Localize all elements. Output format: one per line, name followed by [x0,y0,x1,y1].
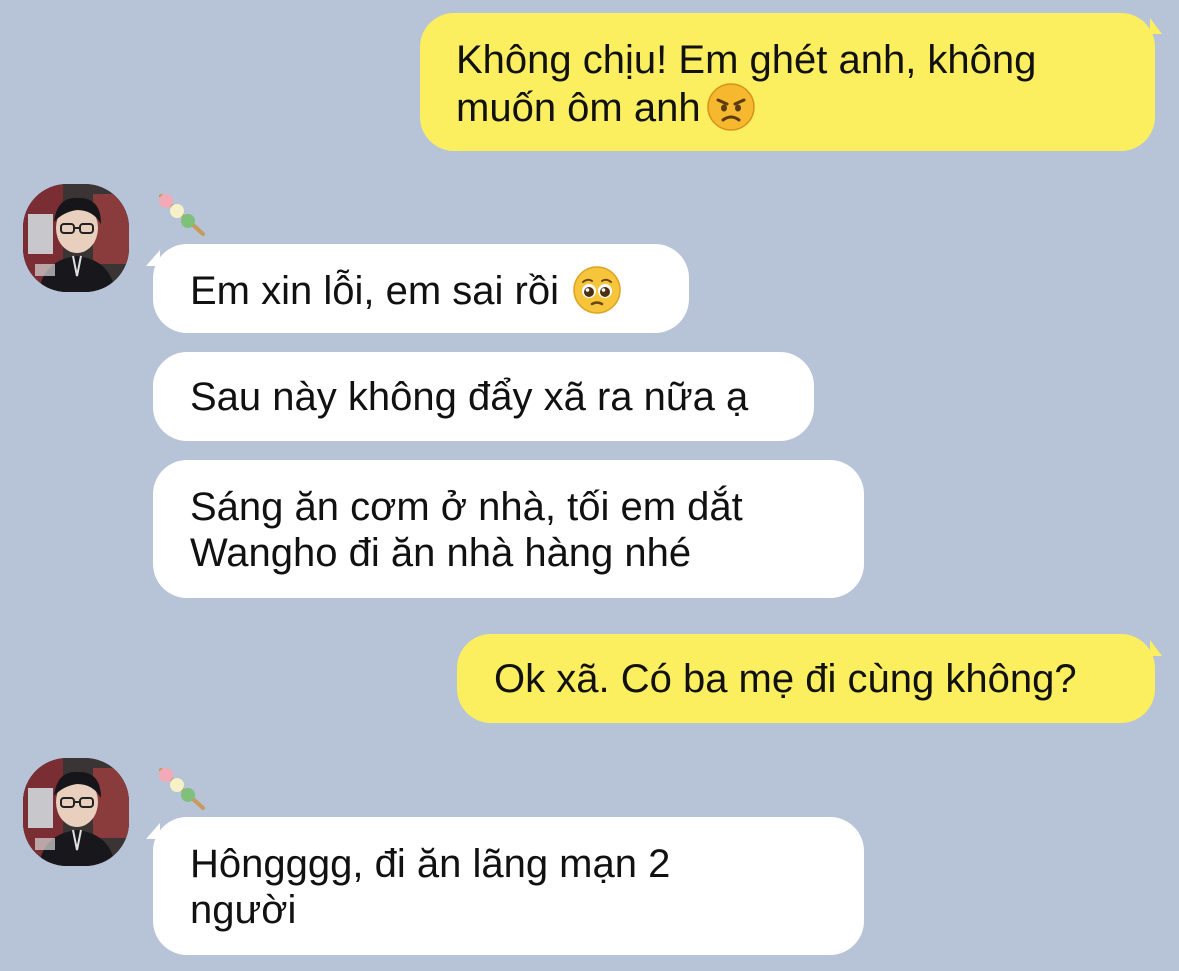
dango-icon [159,194,205,236]
bubble-tail [1150,18,1162,34]
incoming-message-bubble[interactable]: Hôngggg, đi ăn lãng mạn 2 người [153,817,864,955]
message-text-line: Wangho đi ăn nhà hàng nhé [190,531,692,575]
bubble-tail [1150,640,1162,656]
message-text-line: muốn ôm anh [456,83,1119,131]
dango-icon [159,768,205,810]
message-text-line: Em xin lỗi, em sai rồi [190,266,652,314]
incoming-message-bubble[interactable]: Em xin lỗi, em sai rồi [153,244,689,333]
pleading-face-icon [573,266,621,314]
contact-avatar[interactable] [23,184,129,292]
message-text-line: Sáng ăn cơm ở nhà, tối em dắt [190,485,743,529]
message-text-line: Ok xã. Có ba mẹ đi cùng không? [494,657,1077,701]
chat-thread: Không chịu! Em ghét anh, không muốn ôm a… [0,0,1179,971]
incoming-message-bubble[interactable]: Sau này không đẩy xã ra nữa ạ [153,352,814,441]
message-text-line: người [190,888,297,932]
message-text-line: Hôngggg, đi ăn lãng mạn 2 [190,842,671,886]
incoming-message-bubble[interactable]: Sáng ăn cơm ở nhà, tối em dắt Wangho đi … [153,460,864,598]
message-text-line: Không chịu! Em ghét anh, không [456,38,1037,82]
message-text-line: Sau này không đẩy xã ra nữa ạ [190,375,749,419]
outgoing-message-bubble[interactable]: Ok xã. Có ba mẹ đi cùng không? [457,634,1155,723]
outgoing-message-bubble[interactable]: Không chịu! Em ghét anh, không muốn ôm a… [420,13,1155,151]
contact-avatar[interactable] [23,758,129,866]
angry-face-icon [706,83,755,131]
